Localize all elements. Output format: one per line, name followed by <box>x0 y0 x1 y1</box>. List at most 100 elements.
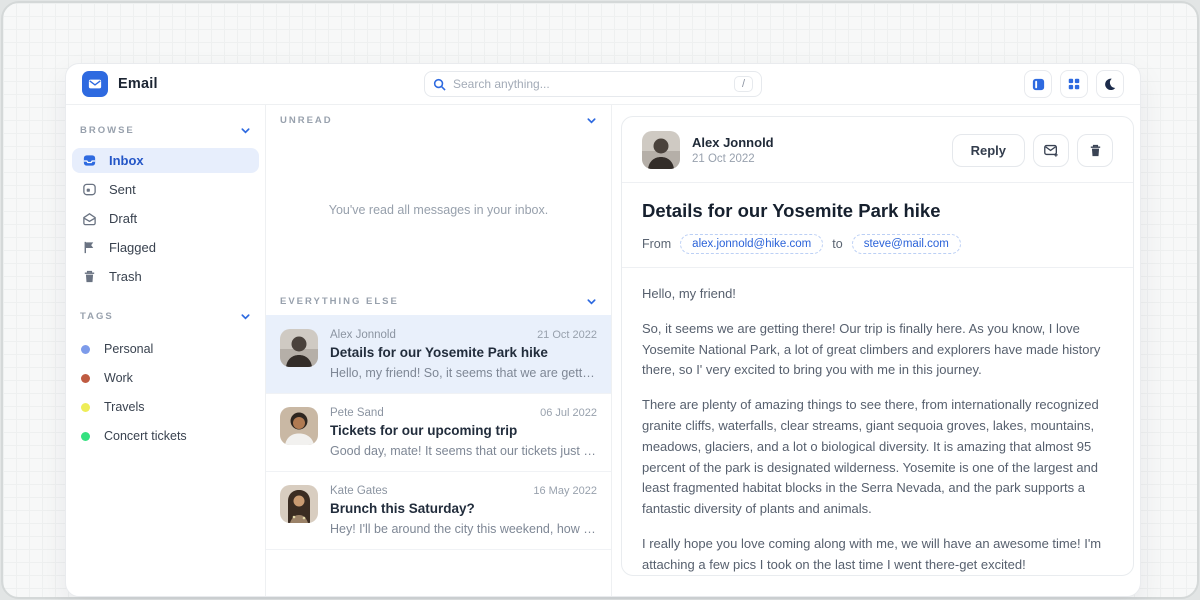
tag-color-dot <box>81 374 90 383</box>
tags-list: Personal Work Travels Concert tickets <box>66 330 265 449</box>
avatar <box>280 407 318 445</box>
email-summary: Pete Sand 06 Jul 2022 Tickets for our up… <box>330 407 597 458</box>
delete-button[interactable] <box>1077 134 1113 167</box>
email-summary: Alex Jonnold 21 Oct 2022 Details for our… <box>330 329 597 380</box>
detail-date: 21 Oct 2022 <box>692 153 940 165</box>
divider <box>622 182 1133 183</box>
envelope-plus-icon <box>1043 142 1059 158</box>
detail-header: Alex Jonnold 21 Oct 2022 Reply <box>642 131 1113 169</box>
sent-icon <box>81 182 97 197</box>
avatar <box>280 485 318 523</box>
reply-button[interactable]: Reply <box>952 134 1025 167</box>
message-list-column: UNREAD You've read all messages in your … <box>266 105 612 596</box>
sidebar-item-trash[interactable]: Trash <box>72 264 259 289</box>
avatar <box>642 131 680 169</box>
to-email-pill[interactable]: steve@mail.com <box>852 234 961 254</box>
email-subject: Brunch this Saturday? <box>330 501 597 516</box>
chevron-down-icon <box>586 115 597 126</box>
everything-else-section-header[interactable]: EVERYTHING ELSE <box>266 286 611 315</box>
header-actions <box>1024 70 1124 98</box>
sidebar-item-inbox[interactable]: Inbox <box>72 148 259 173</box>
search-shortcut-key: / <box>734 76 753 92</box>
detail-actions: Reply <box>952 134 1113 167</box>
email-date: 06 Jul 2022 <box>540 407 597 419</box>
tag-item-work[interactable]: Work <box>72 365 259 391</box>
everything-else-title: EVERYTHING ELSE <box>280 296 399 307</box>
email-subject: Tickets for our upcoming trip <box>330 423 597 438</box>
search-input[interactable] <box>453 77 734 91</box>
chevron-down-icon <box>240 311 251 322</box>
app-title: Email <box>118 76 158 92</box>
inbox-icon <box>81 153 97 168</box>
app-header: Email / <box>66 64 1140 105</box>
sidebar-item-label: Trash <box>109 269 142 284</box>
sidebar-item-label: Sent <box>109 182 136 197</box>
apps-grid-button[interactable] <box>1060 70 1088 98</box>
unread-section-header[interactable]: UNREAD <box>266 105 611 134</box>
flag-icon <box>81 240 97 255</box>
main-area: BROWSE Inbox <box>66 105 1140 596</box>
tag-label: Work <box>104 371 133 385</box>
body-paragraph: There are plenty of amazing things to se… <box>642 395 1113 520</box>
sidebar-item-draft[interactable]: Draft <box>72 206 259 231</box>
sidebar-item-flagged[interactable]: Flagged <box>72 235 259 260</box>
sender-info: Alex Jonnold 21 Oct 2022 <box>692 135 940 165</box>
email-sender: Alex Jonnold <box>330 329 396 341</box>
book-button[interactable] <box>1024 70 1052 98</box>
tags-title: TAGS <box>80 311 114 322</box>
tag-label: Personal <box>104 342 153 356</box>
avatar <box>280 329 318 367</box>
chevron-down-icon <box>586 296 597 307</box>
chevron-down-icon <box>240 125 251 136</box>
unread-empty-state: You've read all messages in your inbox. <box>266 134 611 286</box>
tag-item-personal[interactable]: Personal <box>72 336 259 362</box>
moon-icon <box>1103 77 1117 91</box>
trash-icon <box>1088 143 1103 158</box>
draft-icon <box>81 211 97 226</box>
envelope-icon <box>88 77 102 91</box>
detail-sender-name: Alex Jonnold <box>692 135 940 150</box>
book-icon <box>1031 77 1046 92</box>
app-logo <box>82 71 108 97</box>
tag-color-dot <box>81 345 90 354</box>
tags-section-header[interactable]: TAGS <box>66 301 265 330</box>
grid-icon <box>1067 77 1081 91</box>
email-list-item-alex[interactable]: Alex Jonnold 21 Oct 2022 Details for our… <box>266 315 611 393</box>
browse-title: BROWSE <box>80 125 135 136</box>
desktop-background: Email / <box>1 1 1199 599</box>
browse-nav: Inbox Sent Draft <box>66 144 265 289</box>
sidebar-item-label: Draft <box>109 211 137 226</box>
sidebar-item-label: Inbox <box>109 153 144 168</box>
tag-label: Concert tickets <box>104 429 187 443</box>
sidebar: BROWSE Inbox <box>66 105 266 596</box>
email-summary: Kate Gates 16 May 2022 Brunch this Satur… <box>330 485 597 536</box>
body-paragraph: I really hope you love coming along with… <box>642 534 1113 576</box>
email-detail-panel: Alex Jonnold 21 Oct 2022 Reply <box>612 105 1140 596</box>
sidebar-item-sent[interactable]: Sent <box>72 177 259 202</box>
email-sender: Kate Gates <box>330 485 388 497</box>
email-detail-card: Alex Jonnold 21 Oct 2022 Reply <box>621 116 1134 576</box>
tag-item-travels[interactable]: Travels <box>72 394 259 420</box>
dark-mode-button[interactable] <box>1096 70 1124 98</box>
email-date: 21 Oct 2022 <box>537 329 597 341</box>
tag-color-dot <box>81 403 90 412</box>
body-paragraph: Hello, my friend! <box>642 284 1113 305</box>
trash-icon <box>81 269 97 284</box>
from-label: From <box>642 237 671 251</box>
email-list-item-kate[interactable]: Kate Gates 16 May 2022 Brunch this Satur… <box>266 471 611 550</box>
unread-title: UNREAD <box>280 115 333 126</box>
email-preview: Good day, mate! It seems that our ticket… <box>330 444 597 458</box>
body-paragraph: So, it seems we are getting there! Our t… <box>642 319 1113 381</box>
tag-label: Travels <box>104 400 145 414</box>
email-body: Hello, my friend! So, it seems we are ge… <box>642 284 1113 576</box>
search-icon <box>433 78 446 91</box>
email-preview: Hey! I'll be around the city this weeken… <box>330 522 597 536</box>
email-list-item-pete[interactable]: Pete Sand 06 Jul 2022 Tickets for our up… <box>266 393 611 471</box>
search-bar[interactable]: / <box>424 71 762 97</box>
tag-item-concert-tickets[interactable]: Concert tickets <box>72 423 259 449</box>
browse-section-header[interactable]: BROWSE <box>66 115 265 144</box>
from-email-pill[interactable]: alex.jonnold@hike.com <box>680 234 823 254</box>
tag-color-dot <box>81 432 90 441</box>
email-subject: Details for our Yosemite Park hike <box>330 345 597 360</box>
forward-button[interactable] <box>1033 134 1069 167</box>
